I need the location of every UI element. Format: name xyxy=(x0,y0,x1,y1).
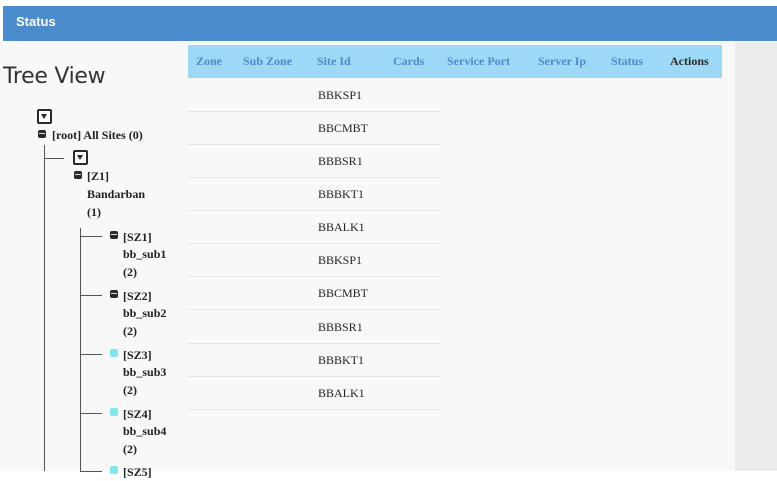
tree-connector-line xyxy=(44,145,45,471)
table-row[interactable]: BBBKT1 xyxy=(188,344,440,377)
table-row[interactable]: BBALK1 xyxy=(188,211,440,244)
table-row[interactable]: BBALK1 xyxy=(188,377,440,410)
site-id-cell: BBCMBT xyxy=(318,286,369,300)
zone-count: (1) xyxy=(87,205,101,219)
right-panel xyxy=(735,42,777,471)
site-id-cell: BBALK1 xyxy=(318,386,365,400)
site-id-cell: BBCMBT xyxy=(318,121,369,135)
table-row[interactable]: BBCMBT xyxy=(188,112,440,145)
table-row[interactable]: BBKSP1 xyxy=(188,244,440,277)
table-row[interactable]: BBBSR1 xyxy=(188,145,440,178)
subzone-count: (2) xyxy=(123,324,137,338)
subzone-name: bb_sub3 xyxy=(123,365,167,379)
table-row[interactable]: BBKSP1 xyxy=(188,79,440,112)
site-id-cell: BBBSR1 xyxy=(318,154,363,168)
table-row[interactable]: BBBKT1 xyxy=(188,178,440,211)
zone-name: Bandarban xyxy=(87,187,146,201)
tree-connector-line xyxy=(80,295,102,296)
site-id-cell: BBKSP1 xyxy=(318,253,363,267)
tree-view-title: Tree View xyxy=(3,64,106,89)
column-header-server-ip[interactable]: Server Ip xyxy=(538,54,586,69)
table-row[interactable]: BBCMBT xyxy=(188,277,440,310)
collapse-toggle-icon[interactable] xyxy=(73,150,88,165)
subzone-code: [SZ4] xyxy=(123,407,152,421)
tree-connector-line xyxy=(80,471,102,472)
subzone-node-icon[interactable] xyxy=(110,290,118,298)
leaf-node-icon[interactable] xyxy=(110,349,118,357)
tree-connector-line xyxy=(80,228,81,471)
column-header-service-port[interactable]: Service Port xyxy=(447,54,510,69)
leaf-node-icon[interactable] xyxy=(110,466,118,474)
zone-node-icon[interactable] xyxy=(74,171,82,179)
subzone-node-icon[interactable] xyxy=(110,231,118,239)
column-header-site-id[interactable]: Site Id xyxy=(317,54,351,69)
zone-code: [Z1] xyxy=(87,169,109,183)
column-header-cards[interactable]: Cards xyxy=(393,54,424,69)
subzone-count: (2) xyxy=(123,265,137,279)
collapse-toggle-icon[interactable] xyxy=(37,109,52,124)
subzone-count: (2) xyxy=(123,442,137,456)
site-id-cell: BBBSR1 xyxy=(318,320,363,334)
subzone-code: [SZ2] xyxy=(123,289,152,303)
tree-connector-line xyxy=(80,413,102,414)
column-header-sub-zone[interactable]: Sub Zone xyxy=(243,54,292,69)
column-header-zone[interactable]: Zone xyxy=(196,54,222,69)
table-row[interactable]: BBBSR1 xyxy=(188,311,440,344)
subzone-name: bb_sub1 xyxy=(123,247,167,261)
subzone-count: (2) xyxy=(123,383,137,397)
tree-connector-line xyxy=(80,236,102,237)
column-header-actions: Actions xyxy=(670,54,709,68)
site-id-cell: BBKSP1 xyxy=(318,88,363,102)
subzone-code: [SZ1] xyxy=(123,230,152,244)
subzone-code: [SZ3] xyxy=(123,348,152,362)
subzone-name: bb_sub2 xyxy=(123,306,167,320)
site-id-cell: BBALK1 xyxy=(318,220,365,234)
subzone-code[interactable]: [SZ5] xyxy=(123,463,152,481)
leaf-node-icon[interactable] xyxy=(110,408,118,416)
tree-node-root[interactable]: [root] All Sites (0) xyxy=(52,126,143,144)
tree-connector-line xyxy=(44,158,64,159)
header-title: Status xyxy=(16,14,56,29)
site-id-cell: BBBKT1 xyxy=(318,353,365,367)
table-header: Zone Sub Zone Site Id Cards Service Port… xyxy=(188,45,722,78)
subzone-name: bb_sub4 xyxy=(123,424,167,438)
column-header-status[interactable]: Status xyxy=(611,54,643,69)
tree-connector-line xyxy=(80,354,102,355)
site-id-cell: BBBKT1 xyxy=(318,187,365,201)
root-node-icon[interactable] xyxy=(38,130,46,138)
status-header-bar: Status xyxy=(3,6,777,41)
